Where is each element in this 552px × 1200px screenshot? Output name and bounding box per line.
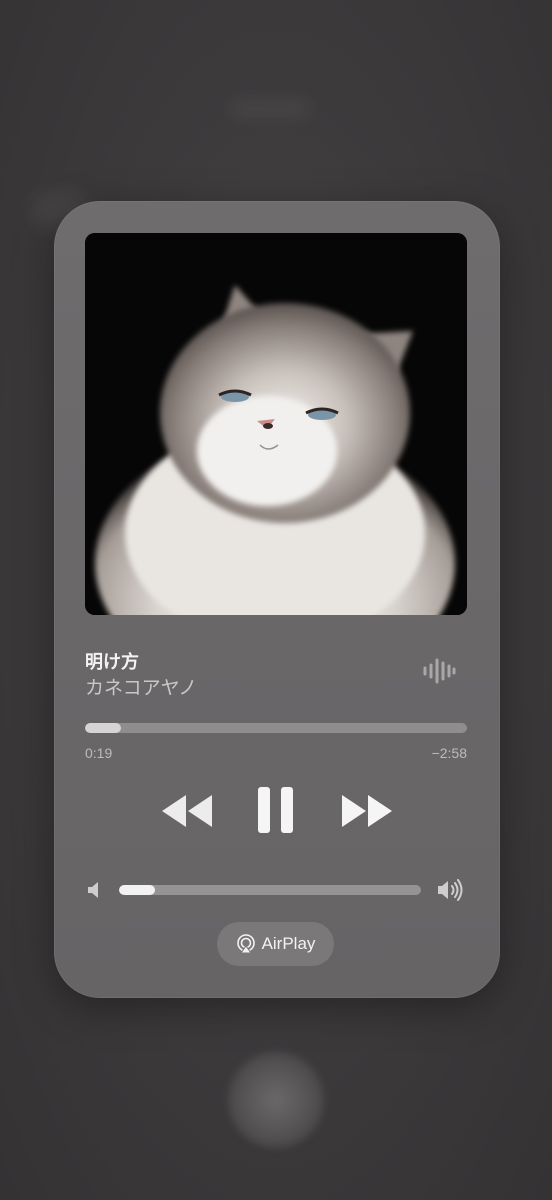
volume-level-fill (119, 885, 156, 895)
volume-slider[interactable] (119, 885, 421, 895)
fast-forward-icon (342, 795, 392, 827)
now-playing-card: 明け方 カネコアヤノ 0:19 −2:58 AirPlay (54, 201, 500, 998)
home-orb (228, 1052, 324, 1148)
playback-scrubber[interactable] (85, 723, 467, 733)
fast-forward-button[interactable] (336, 791, 396, 831)
track-artist[interactable]: カネコアヤノ (85, 673, 197, 700)
elapsed-time: 0:19 (85, 745, 113, 761)
airplay-icon (236, 934, 255, 954)
airplay-label: AirPlay (261, 934, 316, 953)
audio-waveform-icon (423, 658, 456, 684)
lock-screen-background: 明け方 カネコアヤノ 0:19 −2:58 AirPlay (0, 0, 552, 1200)
pause-button[interactable] (252, 783, 300, 837)
playback-progress-fill (85, 723, 122, 733)
cat-artwork-image (85, 233, 467, 615)
remaining-time: −2:58 (431, 745, 467, 761)
blurred-status (230, 100, 310, 118)
speaker-low-icon (88, 882, 98, 898)
speaker-high-icon (438, 879, 463, 901)
album-artwork[interactable] (85, 233, 467, 615)
pause-icon (258, 787, 293, 833)
track-title: 明け方 (85, 652, 139, 672)
rewind-button[interactable] (158, 791, 218, 831)
rewind-icon (162, 795, 212, 827)
airplay-button[interactable]: AirPlay (217, 922, 334, 966)
